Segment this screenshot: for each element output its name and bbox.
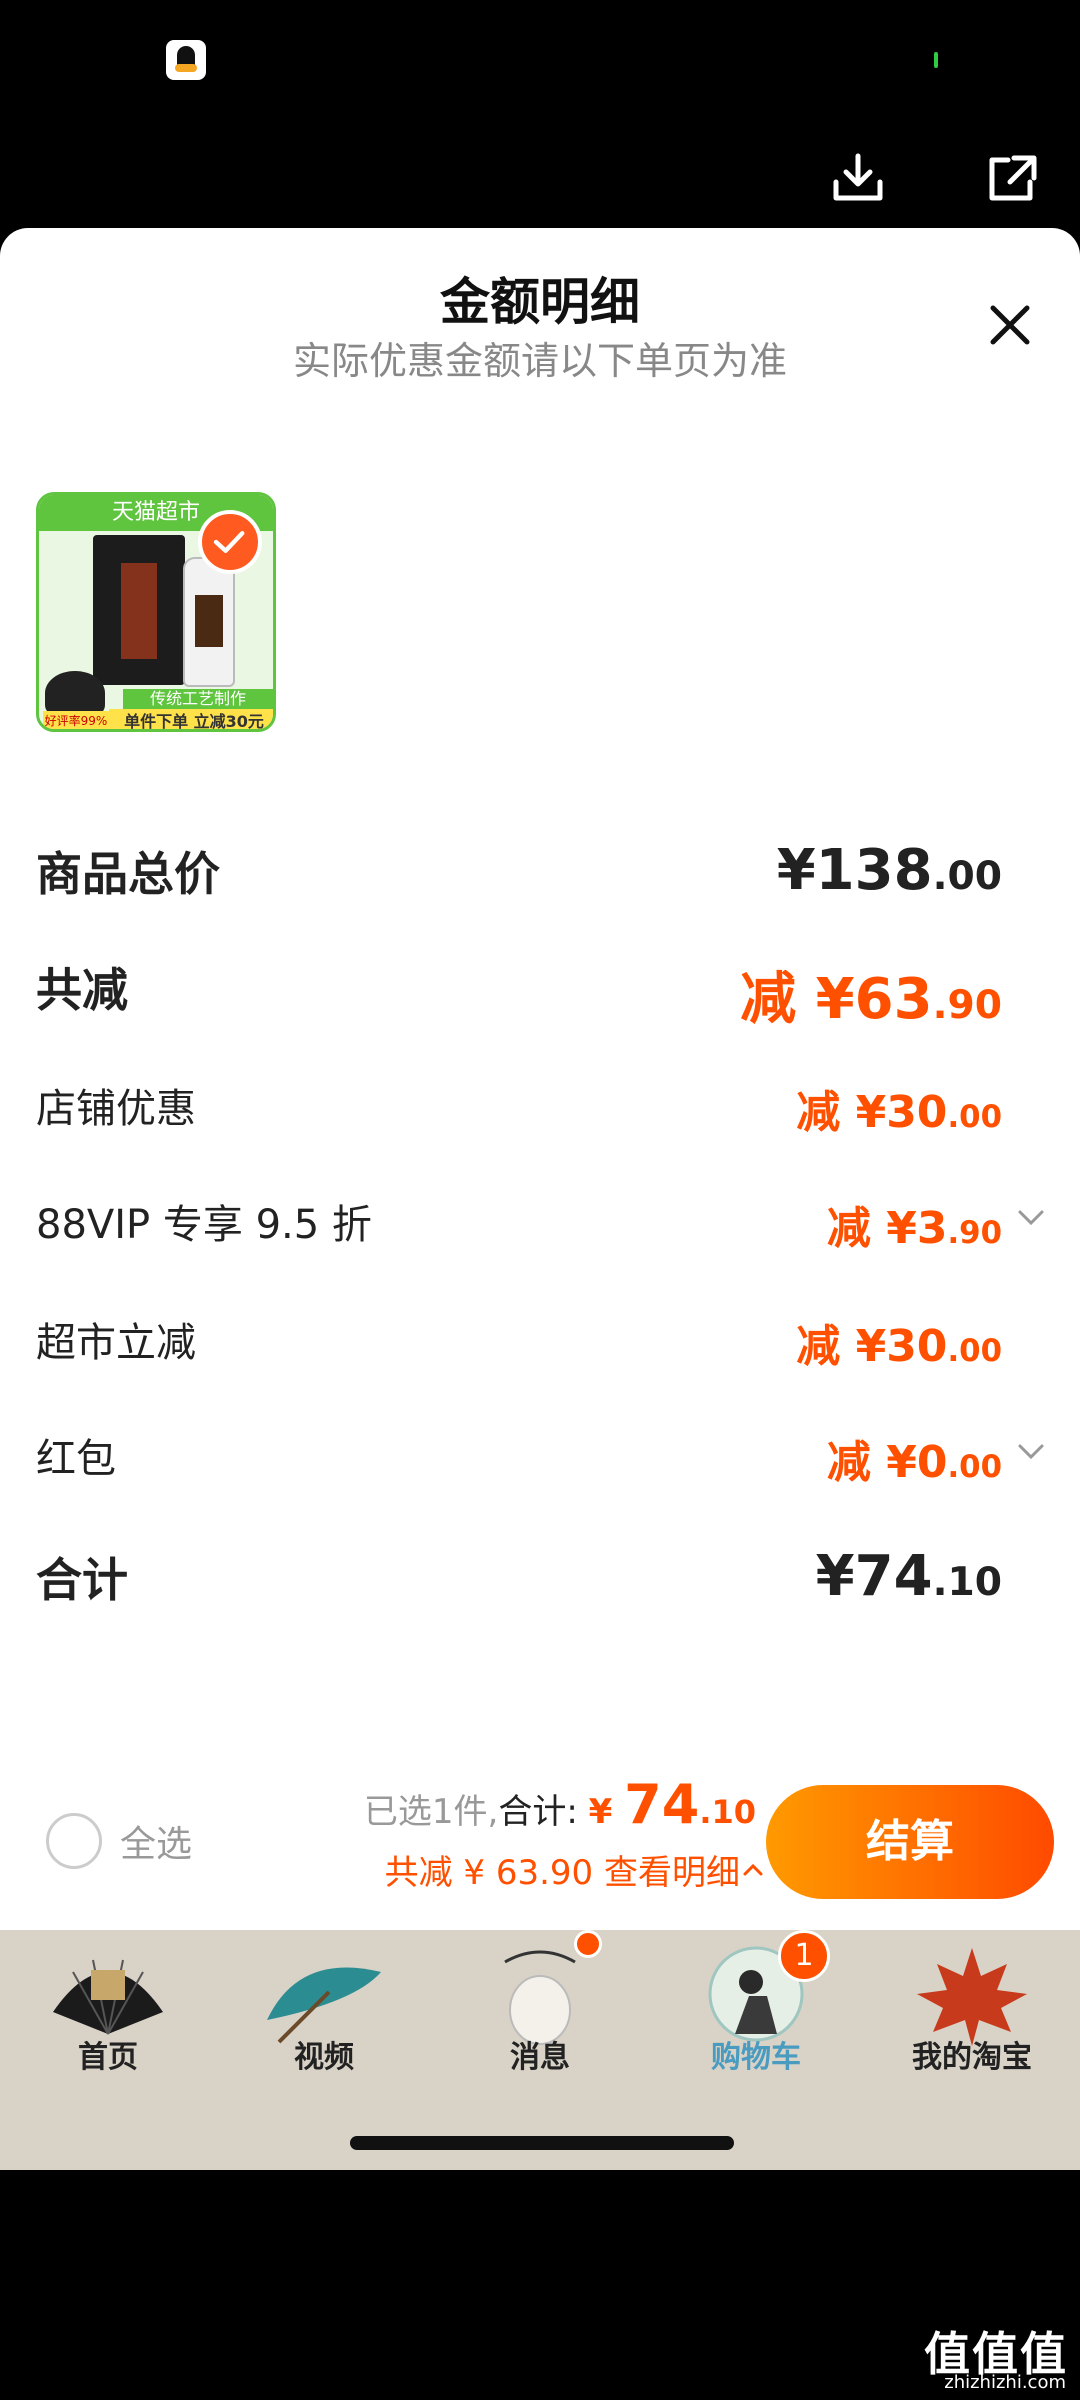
chevron-up-icon[interactable] (742, 1859, 764, 1881)
tmall-cat-icon (45, 671, 105, 715)
product-bottle (183, 557, 235, 687)
home-indicator[interactable] (350, 2136, 734, 2150)
bottom-black-area (0, 2170, 1080, 2400)
view-detail-link[interactable]: 共减 ¥ 63.90 查看明细 (385, 1845, 740, 1894)
qq-app-icon (166, 40, 206, 80)
row-shop-discount: 店铺优惠 减 ¥30.00 (36, 1076, 1046, 1146)
top-status-area (0, 0, 1080, 228)
row-88vip-discount[interactable]: 88VIP 专享 9.5 折 减 ¥3.90 (36, 1192, 1046, 1262)
row-label: 红包 (36, 1436, 116, 1482)
tab-label: 我的淘宝 (912, 2040, 1032, 2075)
craft-tag: 传统工艺制作 (123, 689, 273, 709)
checkout-button[interactable]: 结算 (766, 1785, 1054, 1899)
row-red-packet[interactable]: 红包 减 ¥0.00 (36, 1426, 1046, 1496)
row-value: 减 ¥30.00 (796, 1321, 1002, 1372)
download-icon[interactable] (830, 150, 886, 206)
row-label: 店铺优惠 (36, 1086, 196, 1132)
tab-messages[interactable]: 消息 (432, 1930, 648, 2130)
tab-my-taobao[interactable]: 我的淘宝 (864, 1930, 1080, 2130)
total-label: 合计: (498, 1792, 578, 1832)
row-market-discount: 超市立减 减 ¥30.00 (36, 1310, 1046, 1380)
tab-label: 消息 (510, 2040, 570, 2075)
sheet-subtitle: 实际优惠金额请以下单页为准 (292, 339, 787, 383)
amount-detail-sheet: 金额明细 实际优惠金额请以下单页为准 天猫超市 好评率99% 传统工艺制作 单件… (0, 228, 1080, 1930)
tab-cart[interactable]: 1 购物车 (648, 1930, 864, 2130)
discount-summary: 共减 ¥ 63.90 (384, 1853, 594, 1893)
row-label: 超市立减 (36, 1320, 196, 1366)
row-label: 88VIP 专享 9.5 折 (36, 1202, 372, 1248)
promo-tag: 单件下单 立减30元 (109, 709, 273, 729)
row-value: 减 ¥63.90 (740, 967, 1002, 1032)
row-value: ¥74.10 (815, 1544, 1002, 1609)
bottom-tab-bar: 首页 视频 消息 1 购物车 我的淘宝 (0, 1930, 1080, 2170)
tab-video[interactable]: 视频 (216, 1930, 432, 2130)
unread-dot (574, 1930, 602, 1958)
signal-indicator (934, 52, 938, 68)
sheet-title: 金额明细 (440, 273, 640, 331)
row-value: 减 ¥3.90 (826, 1203, 1002, 1254)
cart-badge: 1 (778, 1930, 830, 1982)
tab-label: 视频 (294, 2040, 354, 2075)
chevron-down-icon[interactable] (1016, 1202, 1046, 1232)
share-icon[interactable] (984, 150, 1040, 206)
row-total-discount: 共减 减 ¥63.90 (36, 954, 1046, 1032)
row-label: 合计 (36, 1553, 128, 1607)
row-value: ¥138.00 (776, 838, 1002, 903)
selected-check-icon[interactable] (198, 510, 262, 574)
select-all-radio[interactable] (46, 1813, 102, 1869)
selected-count: 已选1件, (363, 1792, 499, 1832)
tab-label: 购物车 (711, 2040, 801, 2075)
row-goods-total: 商品总价 ¥138.00 (36, 838, 1046, 908)
select-all-label[interactable]: 全选 (120, 1815, 192, 1867)
row-label: 商品总价 (36, 847, 220, 901)
rating-tag: 好评率99% (43, 711, 109, 729)
total-value: ¥ 74.10 (588, 1773, 756, 1836)
row-grand-total: 合计 ¥74.10 (36, 1544, 1046, 1614)
row-value: 减 ¥30.00 (796, 1087, 1002, 1138)
watermark-url: zhizhizhi.com (944, 2372, 1066, 2393)
tab-label: 首页 (78, 2040, 138, 2075)
close-icon[interactable] (985, 300, 1035, 350)
view-detail-label: 查看明细 (604, 1853, 740, 1893)
checkout-bar: 全选 已选1件,合计: ¥ 74.10 共减 ¥ 63.90 查看明细 结算 (0, 1745, 1080, 1930)
row-value: 减 ¥0.00 (826, 1437, 1002, 1488)
row-label: 共减 (36, 963, 128, 1017)
tab-home[interactable]: 首页 (0, 1930, 216, 2130)
product-gift-box (93, 535, 185, 685)
selected-summary: 已选1件,合计: ¥ 74.10 (364, 1773, 756, 1836)
chevron-down-icon[interactable] (1016, 1436, 1046, 1466)
